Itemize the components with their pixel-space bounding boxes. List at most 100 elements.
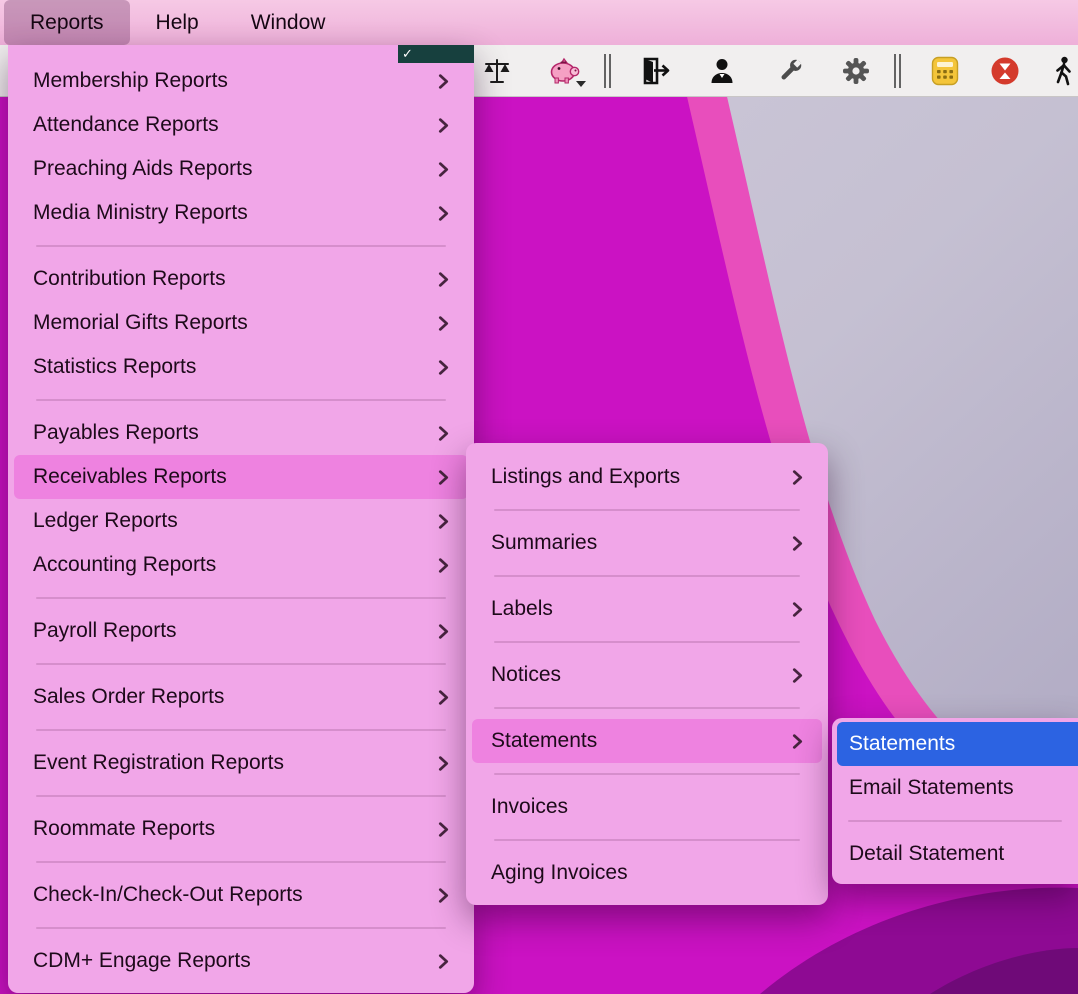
menu-item-invoices[interactable]: Invoices [472,785,822,829]
menu-separator [36,795,446,797]
submenu-chevron-icon [792,733,803,750]
menu-item-label: Aging Invoices [491,861,803,885]
menu-item-media-ministry-reports[interactable]: Media Ministry Reports [14,191,468,235]
submenu-chevron-icon [438,887,449,904]
hourglass-toolbar-button[interactable] [983,52,1027,90]
menu-item-label: Media Ministry Reports [33,201,438,225]
wrench-toolbar-button[interactable] [768,52,812,90]
calculator-toolbar-button[interactable] [923,52,967,90]
menu-item-memorial-gifts-reports[interactable]: Memorial Gifts Reports [14,301,468,345]
toolbar-separator [604,54,611,88]
toolbar-separator [894,54,901,88]
menu-item-roommate-reports[interactable]: Roommate Reports [14,807,468,851]
menu-separator [36,729,446,731]
checkmark-icon: ✓ [402,46,413,61]
menu-item-contribution-reports[interactable]: Contribution Reports [14,257,468,301]
menu-separator [848,820,1062,822]
menu-item-label: Statistics Reports [33,355,438,379]
menu-item-membership-reports[interactable]: Membership Reports [14,59,468,103]
menu-item-summaries[interactable]: Summaries [472,521,822,565]
menubar-item-help[interactable]: Help [130,0,225,45]
menu-item-statements-report[interactable]: Statements [837,722,1078,766]
menu-item-label: Payables Reports [33,421,438,445]
screen: ✓ Reports Help Window Membership Reports… [0,0,1078,994]
menubar-item-label: Window [251,11,326,35]
menu-item-receivables-reports[interactable]: Receivables Reports [14,455,468,499]
menu-item-statistics-reports[interactable]: Statistics Reports [14,345,468,389]
submenu-chevron-icon [792,601,803,618]
submenu-chevron-icon [438,271,449,288]
menu-item-aging-invoices[interactable]: Aging Invoices [472,851,822,895]
menu-item-label: Summaries [491,531,792,555]
menu-separator [494,641,800,643]
menu-item-statements[interactable]: Statements [472,719,822,763]
menu-item-preaching-aids-reports[interactable]: Preaching Aids Reports [14,147,468,191]
menu-item-label: Contribution Reports [33,267,438,291]
scales-icon [481,55,513,87]
menu-separator [494,509,800,511]
walking-person-icon [1047,55,1078,87]
menu-item-accounting-reports[interactable]: Accounting Reports [14,543,468,587]
menubar-item-window[interactable]: Window [225,0,352,45]
menu-item-label: Event Registration Reports [33,751,438,775]
submenu-chevron-icon [438,821,449,838]
wrench-icon [774,55,806,87]
menu-item-attendance-reports[interactable]: Attendance Reports [14,103,468,147]
menu-item-label: Listings and Exports [491,465,792,489]
menu-item-label: Receivables Reports [33,465,438,489]
menu-separator [36,399,446,401]
menu-item-email-statements[interactable]: Email Statements [837,766,1078,810]
dropdown-caret-icon [576,81,586,87]
menu-item-label: Attendance Reports [33,113,438,137]
hourglass-icon [989,55,1021,87]
scales-toolbar-button[interactable] [475,52,519,90]
menubar: Reports Help Window [0,0,1078,45]
sign-out-icon [640,55,672,87]
menu-item-label: Membership Reports [33,69,438,93]
gear-toolbar-button[interactable] [834,52,878,90]
menu-item-label: CDM+ Engage Reports [33,949,438,973]
menu-item-label: Memorial Gifts Reports [33,311,438,335]
menu-separator [494,575,800,577]
piggy-bank-toolbar-button[interactable] [543,52,587,90]
menu-item-payables-reports[interactable]: Payables Reports [14,411,468,455]
submenu-chevron-icon [438,755,449,772]
menu-item-detail-statement[interactable]: Detail Statement [837,832,1078,876]
menu-item-label: Payroll Reports [33,619,438,643]
submenu-chevron-icon [438,557,449,574]
menu-item-sales-order-reports[interactable]: Sales Order Reports [14,675,468,719]
menu-item-label: Detail Statement [849,842,1066,866]
menu-item-label: Statements [849,732,1066,756]
submenu-chevron-icon [792,667,803,684]
menu-item-cdm-engage-reports[interactable]: CDM+ Engage Reports [14,939,468,983]
submenu-chevron-icon [438,73,449,90]
sign-out-toolbar-button[interactable] [634,52,678,90]
menu-separator [494,707,800,709]
statements-submenu: Statements Email Statements Detail State… [832,718,1078,884]
submenu-chevron-icon [438,513,449,530]
submenu-chevron-icon [438,315,449,332]
menu-item-ledger-reports[interactable]: Ledger Reports [14,499,468,543]
menu-item-listings-and-exports[interactable]: Listings and Exports [472,455,822,499]
calculator-icon [929,55,961,87]
submenu-chevron-icon [438,161,449,178]
menubar-item-reports[interactable]: Reports [4,0,130,45]
menu-item-label: Ledger Reports [33,509,438,533]
menu-item-labels[interactable]: Labels [472,587,822,631]
submenu-chevron-icon [438,953,449,970]
submenu-chevron-icon [438,623,449,640]
menu-item-label: Roommate Reports [33,817,438,841]
menu-item-label: Labels [491,597,792,621]
menu-item-notices[interactable]: Notices [472,653,822,697]
menu-item-check-in-check-out-reports[interactable]: Check-In/Check-Out Reports [14,873,468,917]
menu-separator [494,839,800,841]
submenu-chevron-icon [438,117,449,134]
walking-person-toolbar-button[interactable] [1041,52,1078,90]
menu-item-label: Invoices [491,795,803,819]
submenu-chevron-icon [792,535,803,552]
menu-item-label: Preaching Aids Reports [33,157,438,181]
menu-item-event-registration-reports[interactable]: Event Registration Reports [14,741,468,785]
person-toolbar-button[interactable] [700,52,744,90]
submenu-chevron-icon [438,359,449,376]
menu-item-payroll-reports[interactable]: Payroll Reports [14,609,468,653]
